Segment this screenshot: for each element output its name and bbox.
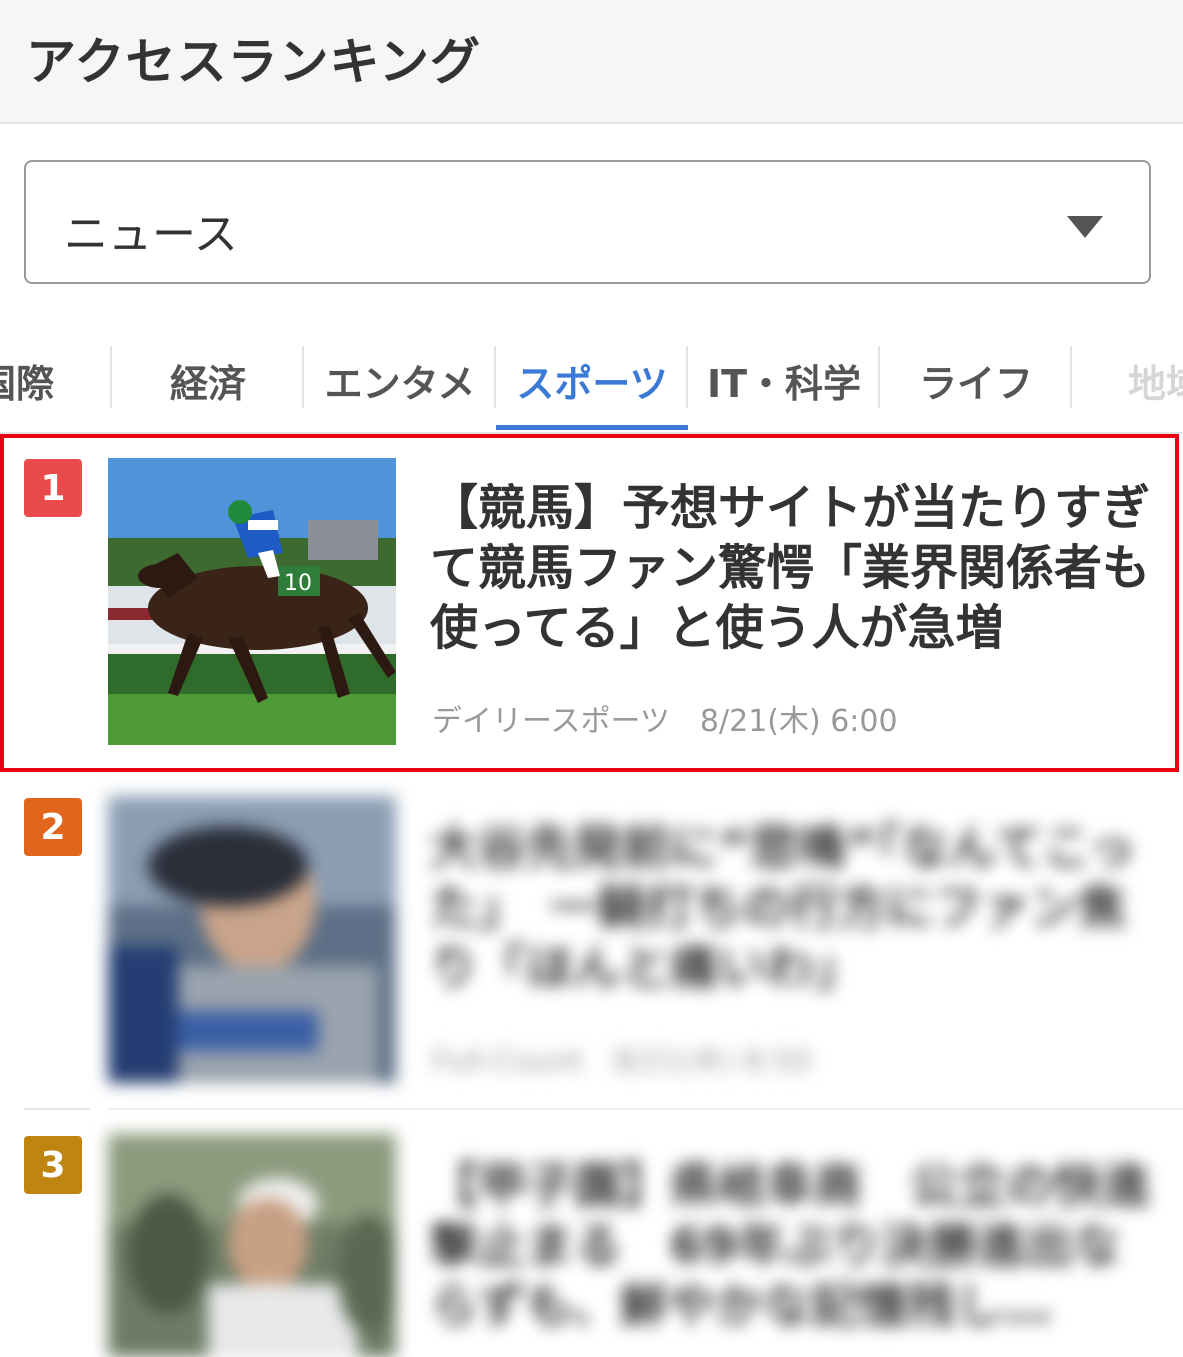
svg-text:10: 10 [284,571,312,596]
baseball-team-image [108,1134,396,1357]
article-source: デイリースポーツ [432,704,670,739]
tab-label: 地域 [1128,361,1183,406]
page-header: アクセスランキング [0,0,1183,124]
ranking-item-3[interactable]: 3 【甲子園】県岐阜商 公立の快進撃止まる 69年ぶり決勝進出ならずも、鮮やかな… [0,1110,1183,1357]
article-meta: デイリースポーツ 8/21(木) 6:00 [432,696,898,740]
category-select-value: ニュース [64,209,238,260]
article-source: Full-Count [432,1044,584,1079]
rank-badge: 1 [24,459,82,517]
article-title[interactable]: 大谷先発前に“悲鳴”「なんてこった」 一騎打ちの行方にファン焦り「ほんと痛いわ」 [430,818,1150,998]
player-photo-image [108,796,396,1083]
tab-label: 国際 [0,361,54,406]
article-title[interactable]: 【甲子園】県岐阜商 公立の快進撃止まる 69年ぶり決勝進出ならずも、鮮やかな記憶… [430,1156,1150,1336]
tab-label: エンタメ [324,361,476,406]
article-thumbnail[interactable] [108,1134,396,1357]
tab-chiiki[interactable]: 地域 [1072,330,1183,430]
tab-entame[interactable]: エンタメ [304,330,496,430]
rank-badge: 3 [24,1136,82,1194]
horse-race-image: 10 [108,458,396,745]
rank-badge: 2 [24,798,82,856]
tab-label: 経済 [169,361,246,406]
tab-label: スポーツ [516,361,668,406]
ranking-item-1[interactable]: 1 10 【競馬】予想サイトが当たりすぎて競馬ファン驚愕「業界関係者も使ってる」… [0,434,1183,772]
article-title[interactable]: 【競馬】予想サイトが当たりすぎて競馬ファン驚愕「業界関係者も使ってる」と使う人が… [430,478,1150,658]
tab-kokusai[interactable]: 国際 [0,330,112,430]
article-meta: Full-Count 8/21(木) 8:50 [432,1036,811,1080]
tab-sports[interactable]: スポーツ [496,330,688,430]
tab-it-science[interactable]: IT・科学 [688,330,880,430]
page-title: アクセスランキング [26,33,481,91]
category-select[interactable]: ニュース [24,160,1151,284]
article-time: 8/21(木) 8:50 [613,1044,811,1079]
tab-label: IT・科学 [706,361,862,406]
chevron-down-icon [1067,216,1103,238]
article-thumbnail[interactable]: 10 [108,458,396,745]
category-tabs: 国際 経済 エンタメ スポーツ IT・科学 ライフ 地域 [0,330,1183,434]
tab-keizai[interactable]: 経済 [112,330,304,430]
tab-life[interactable]: ライフ [880,330,1072,430]
tab-label: ライフ [918,361,1033,406]
ranking-item-2[interactable]: 2 大谷先発前に“悲鳴”「なんてこった」 一騎打ちの行方にファン焦り「ほんと痛い… [0,772,1183,1110]
article-thumbnail[interactable] [108,796,396,1083]
article-time: 8/21(木) 6:00 [699,704,898,739]
